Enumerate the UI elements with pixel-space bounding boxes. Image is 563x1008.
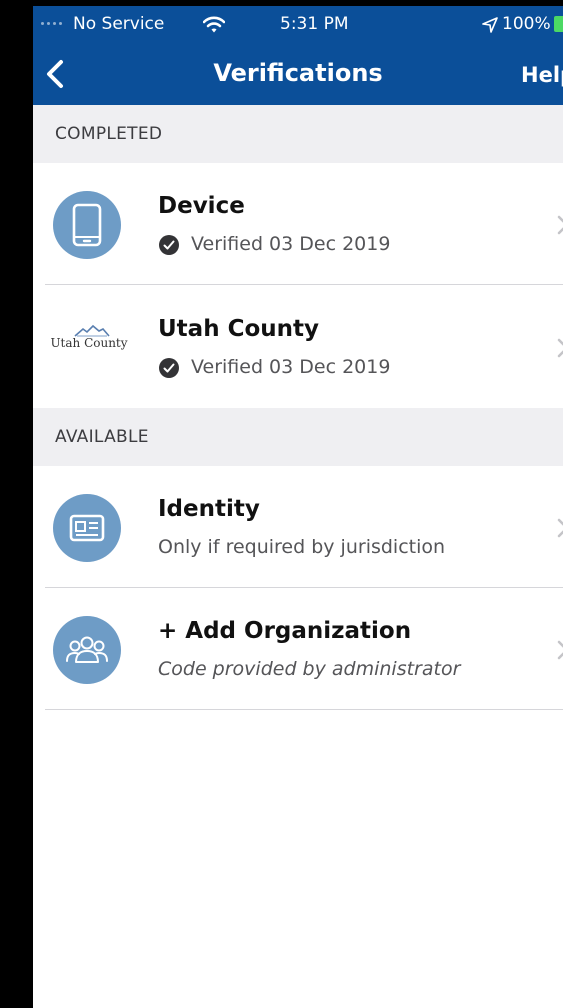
group-icon (66, 636, 108, 663)
phone-icon (72, 203, 102, 247)
row-title: Device (158, 193, 245, 219)
page-title: Verifications (213, 59, 383, 87)
verified-date: Verified 03 Dec 2019 (191, 356, 391, 378)
location-arrow-icon (482, 17, 498, 33)
app-header: No Service 5:31 PM 100% Verifications He… (33, 6, 563, 105)
row-title: + Add Organization (158, 618, 412, 644)
row-title: Utah County (158, 316, 319, 342)
battery-percent: 100% (502, 14, 551, 34)
chevron-right-icon (557, 215, 563, 235)
verified-date: Verified 03 Dec 2019 (191, 233, 391, 255)
check-circle-icon (159, 358, 179, 378)
utah-county-logo: Utah County (47, 324, 131, 370)
carrier-label: No Service (73, 14, 165, 34)
battery-icon (554, 16, 563, 32)
chevron-right-icon (557, 640, 563, 660)
id-card-icon (69, 514, 105, 542)
wifi-icon (203, 16, 225, 33)
utah-logo-text: Utah County (50, 336, 128, 350)
row-divider (45, 284, 563, 285)
check-circle-icon (159, 235, 179, 255)
chevron-right-icon (557, 338, 563, 358)
organization-icon-circle (53, 616, 121, 684)
chevron-right-icon (557, 518, 563, 538)
row-divider (45, 709, 563, 710)
app-screen: No Service 5:31 PM 100% Verifications He… (33, 6, 563, 1008)
status-bar: No Service 5:31 PM 100% (33, 6, 563, 42)
add-organization-row[interactable]: + Add Organization Code provided by admi… (33, 588, 563, 710)
row-subtitle: Code provided by administrator (158, 658, 461, 680)
verification-row-identity[interactable]: Identity Only if required by jurisdictio… (33, 466, 563, 588)
section-header-available: AVAILABLE (33, 408, 563, 466)
signal-strength-icon (41, 22, 62, 25)
device-icon-circle (53, 191, 121, 259)
help-button[interactable]: Help (521, 62, 563, 88)
verification-row-device[interactable]: Device Verified 03 Dec 2019 (33, 163, 563, 285)
identity-icon-circle (53, 494, 121, 562)
navigation-bar: Verifications Help (33, 42, 563, 105)
status-time: 5:31 PM (280, 14, 349, 34)
verification-row-utah-county[interactable]: Utah County Utah County Verified 03 Dec … (33, 286, 563, 408)
row-title: Identity (158, 496, 260, 522)
section-header-completed: COMPLETED (33, 105, 563, 163)
row-subtitle: Only if required by jurisdiction (158, 536, 446, 558)
